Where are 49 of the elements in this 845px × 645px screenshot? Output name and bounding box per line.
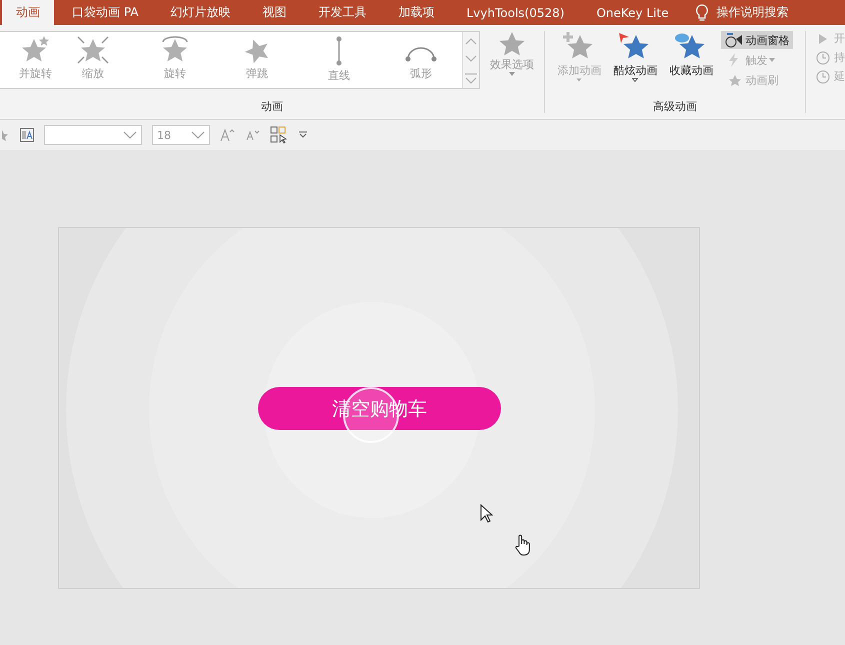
- animation-button[interactable]: 收藏动画: [665, 31, 718, 99]
- ribbon-tab[interactable]: LvyhTools(0528): [452, 0, 578, 25]
- help-search-label[interactable]: 操作说明搜索: [716, 4, 789, 21]
- ribbon-tab[interactable]: 口袋动画 PA: [58, 0, 152, 25]
- effect-options-button[interactable]: 效果选项: [480, 31, 544, 99]
- text-box-icon[interactable]: [20, 128, 34, 142]
- timing-option[interactable]: 延: [816, 69, 845, 84]
- increase-font-icon[interactable]: [220, 128, 236, 142]
- chevron-down-icon: [123, 131, 137, 139]
- animation-effect[interactable]: 直线: [298, 32, 380, 88]
- animation-option-button[interactable]: 动画窗格: [721, 31, 794, 49]
- clock-icon: [816, 70, 830, 84]
- more-options-icon[interactable]: [298, 131, 308, 139]
- group-label: 动画: [260, 99, 284, 115]
- timing-option[interactable]: 持: [816, 50, 845, 65]
- select-pane-icon[interactable]: [270, 126, 288, 144]
- ribbon-tab[interactable]: OneKey Lite: [582, 0, 683, 25]
- star-icon: [498, 31, 526, 57]
- ribbon-tab[interactable]: 开发工具: [304, 0, 380, 25]
- caret-icon: [632, 78, 638, 82]
- gallery-scroll-buttons[interactable]: [462, 32, 479, 88]
- ribbon-tab[interactable]: 视图: [248, 0, 300, 25]
- ribbon-tab[interactable]: 幻灯片放映: [156, 0, 244, 25]
- animation-effect[interactable]: 旋转: [134, 32, 216, 88]
- clock-pane-icon: [725, 32, 744, 48]
- ribbon-tab[interactable]: 加载项: [384, 0, 448, 25]
- group-label: 高级动画: [652, 99, 698, 115]
- star-icon: [75, 34, 111, 66]
- arrow-cursor-icon: [480, 504, 494, 524]
- clock-icon: [816, 50, 830, 64]
- ribbon-tab[interactable]: 动画: [2, 0, 54, 25]
- line-path-icon: [336, 36, 342, 66]
- caret-icon: [509, 72, 515, 76]
- animation-effect[interactable]: 弧形: [380, 32, 462, 88]
- timing-option[interactable]: 开: [816, 31, 845, 46]
- animation-effect[interactable]: 缩放: [52, 32, 134, 88]
- star-icon: [0, 129, 10, 141]
- chevron-down-icon: [191, 131, 205, 139]
- animation-effect[interactable]: 弹跳: [216, 32, 298, 88]
- caret-icon: [769, 58, 776, 62]
- hand-cursor-icon: [514, 534, 532, 556]
- font-name-field[interactable]: [44, 125, 142, 145]
- animation-button[interactable]: 酷炫动画: [609, 31, 662, 99]
- decrease-font-icon[interactable]: [246, 129, 260, 141]
- animation-effect[interactable]: 并旋转: [0, 32, 52, 88]
- caret-icon: [576, 78, 582, 82]
- arc-path-icon: [405, 46, 437, 62]
- font-size-field[interactable]: 18: [152, 125, 210, 145]
- lightbulb-icon: [694, 4, 709, 22]
